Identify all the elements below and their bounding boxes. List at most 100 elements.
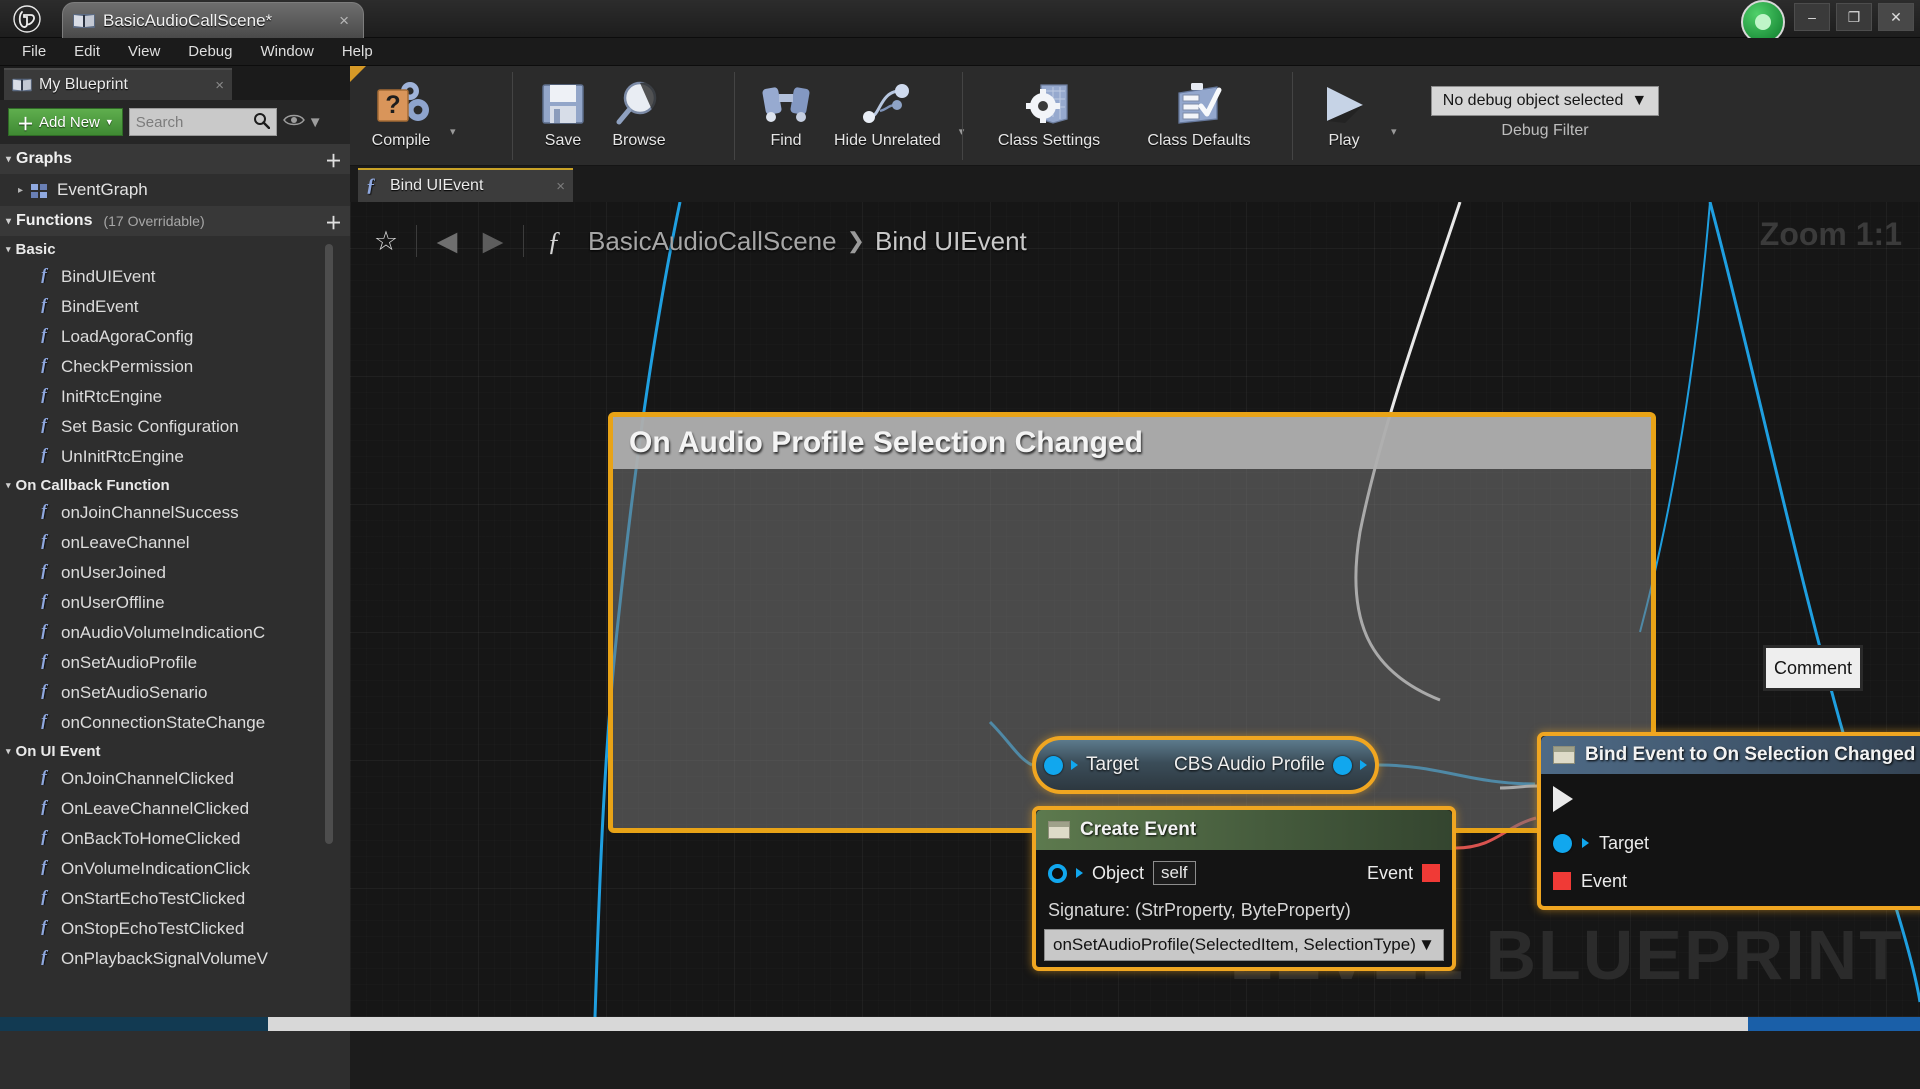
event-output-pin[interactable]: Event <box>1367 863 1440 884</box>
class-defaults-button[interactable]: Class Defaults <box>1124 66 1274 166</box>
add-function-button[interactable]: ＋ <box>325 209 342 234</box>
browse-button[interactable]: Browse <box>601 66 677 166</box>
zoom-level-label: Zoom 1:1 <box>1760 216 1902 253</box>
function-item-onleavechannel[interactable]: fonLeaveChannel <box>0 528 350 558</box>
function-item-checkpermission[interactable]: fCheckPermission <box>0 352 350 382</box>
function-category-on-callback-function[interactable]: ▾On Callback Function <box>0 472 350 498</box>
function-item-onuserjoined[interactable]: fonUserJoined <box>0 558 350 588</box>
function-item-onleavechannelclicked[interactable]: fOnLeaveChannelClicked <box>0 794 350 824</box>
svg-text:f: f <box>41 917 49 935</box>
compile-dropdown-caret-icon[interactable]: ▾ <box>442 125 464 138</box>
nav-back-arrow-icon[interactable]: ◀ <box>425 219 469 263</box>
tree-item-eventgraph[interactable]: ▸ EventGraph <box>0 174 350 206</box>
function-item-onaudiovolumeindicationc[interactable]: fonAudioVolumeIndicationC <box>0 618 350 648</box>
function-icon: f <box>36 325 52 349</box>
object-input-pin[interactable]: Object self <box>1048 861 1196 885</box>
breadcrumb-current[interactable]: Bind UIEvent <box>875 226 1027 257</box>
section-header-graphs[interactable]: ▾ Graphs ＋ <box>0 144 350 174</box>
function-item-label: OnVolumeIndicationClick <box>61 859 250 879</box>
tab-my-blueprint[interactable]: My Blueprint × <box>4 68 232 100</box>
function-item-label: onSetAudioProfile <box>61 653 197 673</box>
graph-tab-close-icon[interactable]: × <box>556 178 565 195</box>
svg-text:f: f <box>41 531 49 549</box>
magnifier-icon <box>612 76 666 132</box>
function-item-loadagoraconfig[interactable]: fLoadAgoraConfig <box>0 322 350 352</box>
create-event-function-dropdown[interactable]: onSetAudioProfile(SelectedItem, Selectio… <box>1044 929 1444 961</box>
function-category-label: On UI Event <box>16 743 101 760</box>
close-button[interactable]: ✕ <box>1878 3 1914 31</box>
function-category-basic[interactable]: ▾Basic <box>0 236 350 262</box>
function-item-set-basic-configuration[interactable]: fSet Basic Configuration <box>0 412 350 442</box>
document-tab-close-icon[interactable]: × <box>335 11 353 31</box>
create-event-header: Create Event <box>1036 810 1452 850</box>
function-item-onconnectionstatechange[interactable]: fonConnectionStateChange <box>0 708 350 738</box>
hide-unrelated-button[interactable]: Hide Unrelated <box>824 66 951 166</box>
minimize-button[interactable]: – <box>1794 3 1830 31</box>
function-item-uninitrtcengine[interactable]: fUnInitRtcEngine <box>0 442 350 472</box>
compile-button[interactable]: ? Compile <box>360 66 442 166</box>
maximize-button[interactable]: ❐ <box>1836 3 1872 31</box>
function-icon: f <box>36 711 52 735</box>
compile-label: Compile <box>372 132 431 150</box>
menu-item-edit[interactable]: Edit <box>60 40 114 63</box>
add-new-label: Add New <box>39 114 100 131</box>
function-item-onvolumeindicationclick[interactable]: fOnVolumeIndicationClick <box>0 854 350 884</box>
function-item-binduievent[interactable]: fBindUIEvent <box>0 262 350 292</box>
add-new-button[interactable]: ＋ Add New ▼ <box>8 108 123 136</box>
function-item-onjoinchannelclicked[interactable]: fOnJoinChannelClicked <box>0 764 350 794</box>
function-item-onbacktohomeclicked[interactable]: fOnBackToHomeClicked <box>0 824 350 854</box>
cbs-audio-profile-output-pin[interactable]: CBS Audio Profile <box>1174 754 1367 776</box>
play-button[interactable]: Play <box>1305 66 1383 166</box>
blueprint-tree-list[interactable]: ▾ Graphs ＋ ▸ EventGraph ▾ Functions <box>0 144 350 1089</box>
menu-item-view[interactable]: View <box>114 40 174 63</box>
favorite-star-icon[interactable]: ☆ <box>364 219 408 263</box>
object-value-field[interactable]: self <box>1153 861 1195 885</box>
comment-title-bar[interactable]: On Audio Profile Selection Changed <box>613 417 1651 469</box>
add-graph-button[interactable]: ＋ <box>325 147 342 172</box>
function-item-initrtcengine[interactable]: fInitRtcEngine <box>0 382 350 412</box>
blueprint-graph-canvas[interactable]: ☆ ◀ ▶ ƒ BasicAudioCallScene ❯ Bind UIEve… <box>350 202 1920 1017</box>
my-blueprint-tab-close-icon[interactable]: × <box>215 77 224 94</box>
function-category-on-ui-event[interactable]: ▾On UI Event <box>0 738 350 764</box>
window-controls: – ❐ ✕ <box>1794 3 1914 31</box>
function-item-onstopechotestclicked[interactable]: fOnStopEchoTestClicked <box>0 914 350 944</box>
function-icon: ƒ <box>366 175 382 197</box>
node-cbs-audio-profile-getter[interactable]: Target CBS Audio Profile <box>1032 736 1379 794</box>
function-item-onsetaudiosenario[interactable]: fonSetAudioSenario <box>0 678 350 708</box>
function-icon: f <box>36 415 52 439</box>
nav-forward-arrow-icon[interactable]: ▶ <box>471 219 515 263</box>
svg-text:f: f <box>41 797 49 815</box>
node-create-event[interactable]: Create Event Object self Event Signature… <box>1032 806 1456 971</box>
target-input-pin[interactable]: Target <box>1044 754 1139 776</box>
save-button[interactable]: Save <box>525 66 601 166</box>
document-tab-label: BasicAudioCallScene* <box>103 11 335 31</box>
breadcrumb-root[interactable]: BasicAudioCallScene <box>588 226 837 257</box>
search-input[interactable]: Search <box>129 108 277 136</box>
function-item-bindevent[interactable]: fBindEvent <box>0 292 350 322</box>
section-header-functions[interactable]: ▾ Functions (17 Overridable) ＋ <box>0 206 350 236</box>
document-tab-basicaudiocallscene[interactable]: BasicAudioCallScene* × <box>62 2 364 38</box>
gear-blueprint-icon <box>1023 76 1075 132</box>
tab-bind-uievent[interactable]: ƒ Bind UIEvent × <box>358 168 573 202</box>
menu-item-window[interactable]: Window <box>246 40 327 63</box>
compile-question-gears-icon: ? <box>370 76 432 132</box>
debug-object-select[interactable]: No debug object selected ▼ <box>1431 86 1659 116</box>
bind-event-event-pin[interactable]: Event <box>1541 862 1920 900</box>
function-item-onsetaudioprofile[interactable]: fonSetAudioProfile <box>0 648 350 678</box>
function-item-onjoinchannelsuccess[interactable]: fonJoinChannelSuccess <box>0 498 350 528</box>
node-bind-event-to-on-selection-changed[interactable]: Bind Event to On Selection Changed Targe… <box>1537 732 1920 910</box>
menu-item-debug[interactable]: Debug <box>174 40 246 63</box>
sidebar-scrollbar[interactable] <box>325 244 333 844</box>
function-item-onplaybacksignalvolumev[interactable]: fOnPlaybackSignalVolumeV <box>0 944 350 974</box>
hide-unrelated-label: Hide Unrelated <box>834 132 941 150</box>
find-button[interactable]: Find <box>748 66 824 166</box>
function-item-onuseroffline[interactable]: fonUserOffline <box>0 588 350 618</box>
debug-filter-caption: Debug Filter <box>1501 122 1588 140</box>
exec-input-pin-icon[interactable] <box>1553 786 1573 812</box>
menu-item-file[interactable]: File <box>8 40 60 63</box>
menu-item-help[interactable]: Help <box>328 40 387 63</box>
function-item-onstartechotestclicked[interactable]: fOnStartEchoTestClicked <box>0 884 350 914</box>
visibility-filter-button[interactable]: ▼ <box>283 113 323 131</box>
class-settings-button[interactable]: Class Settings <box>974 66 1124 166</box>
bind-event-target-pin[interactable]: Target <box>1541 824 1920 862</box>
